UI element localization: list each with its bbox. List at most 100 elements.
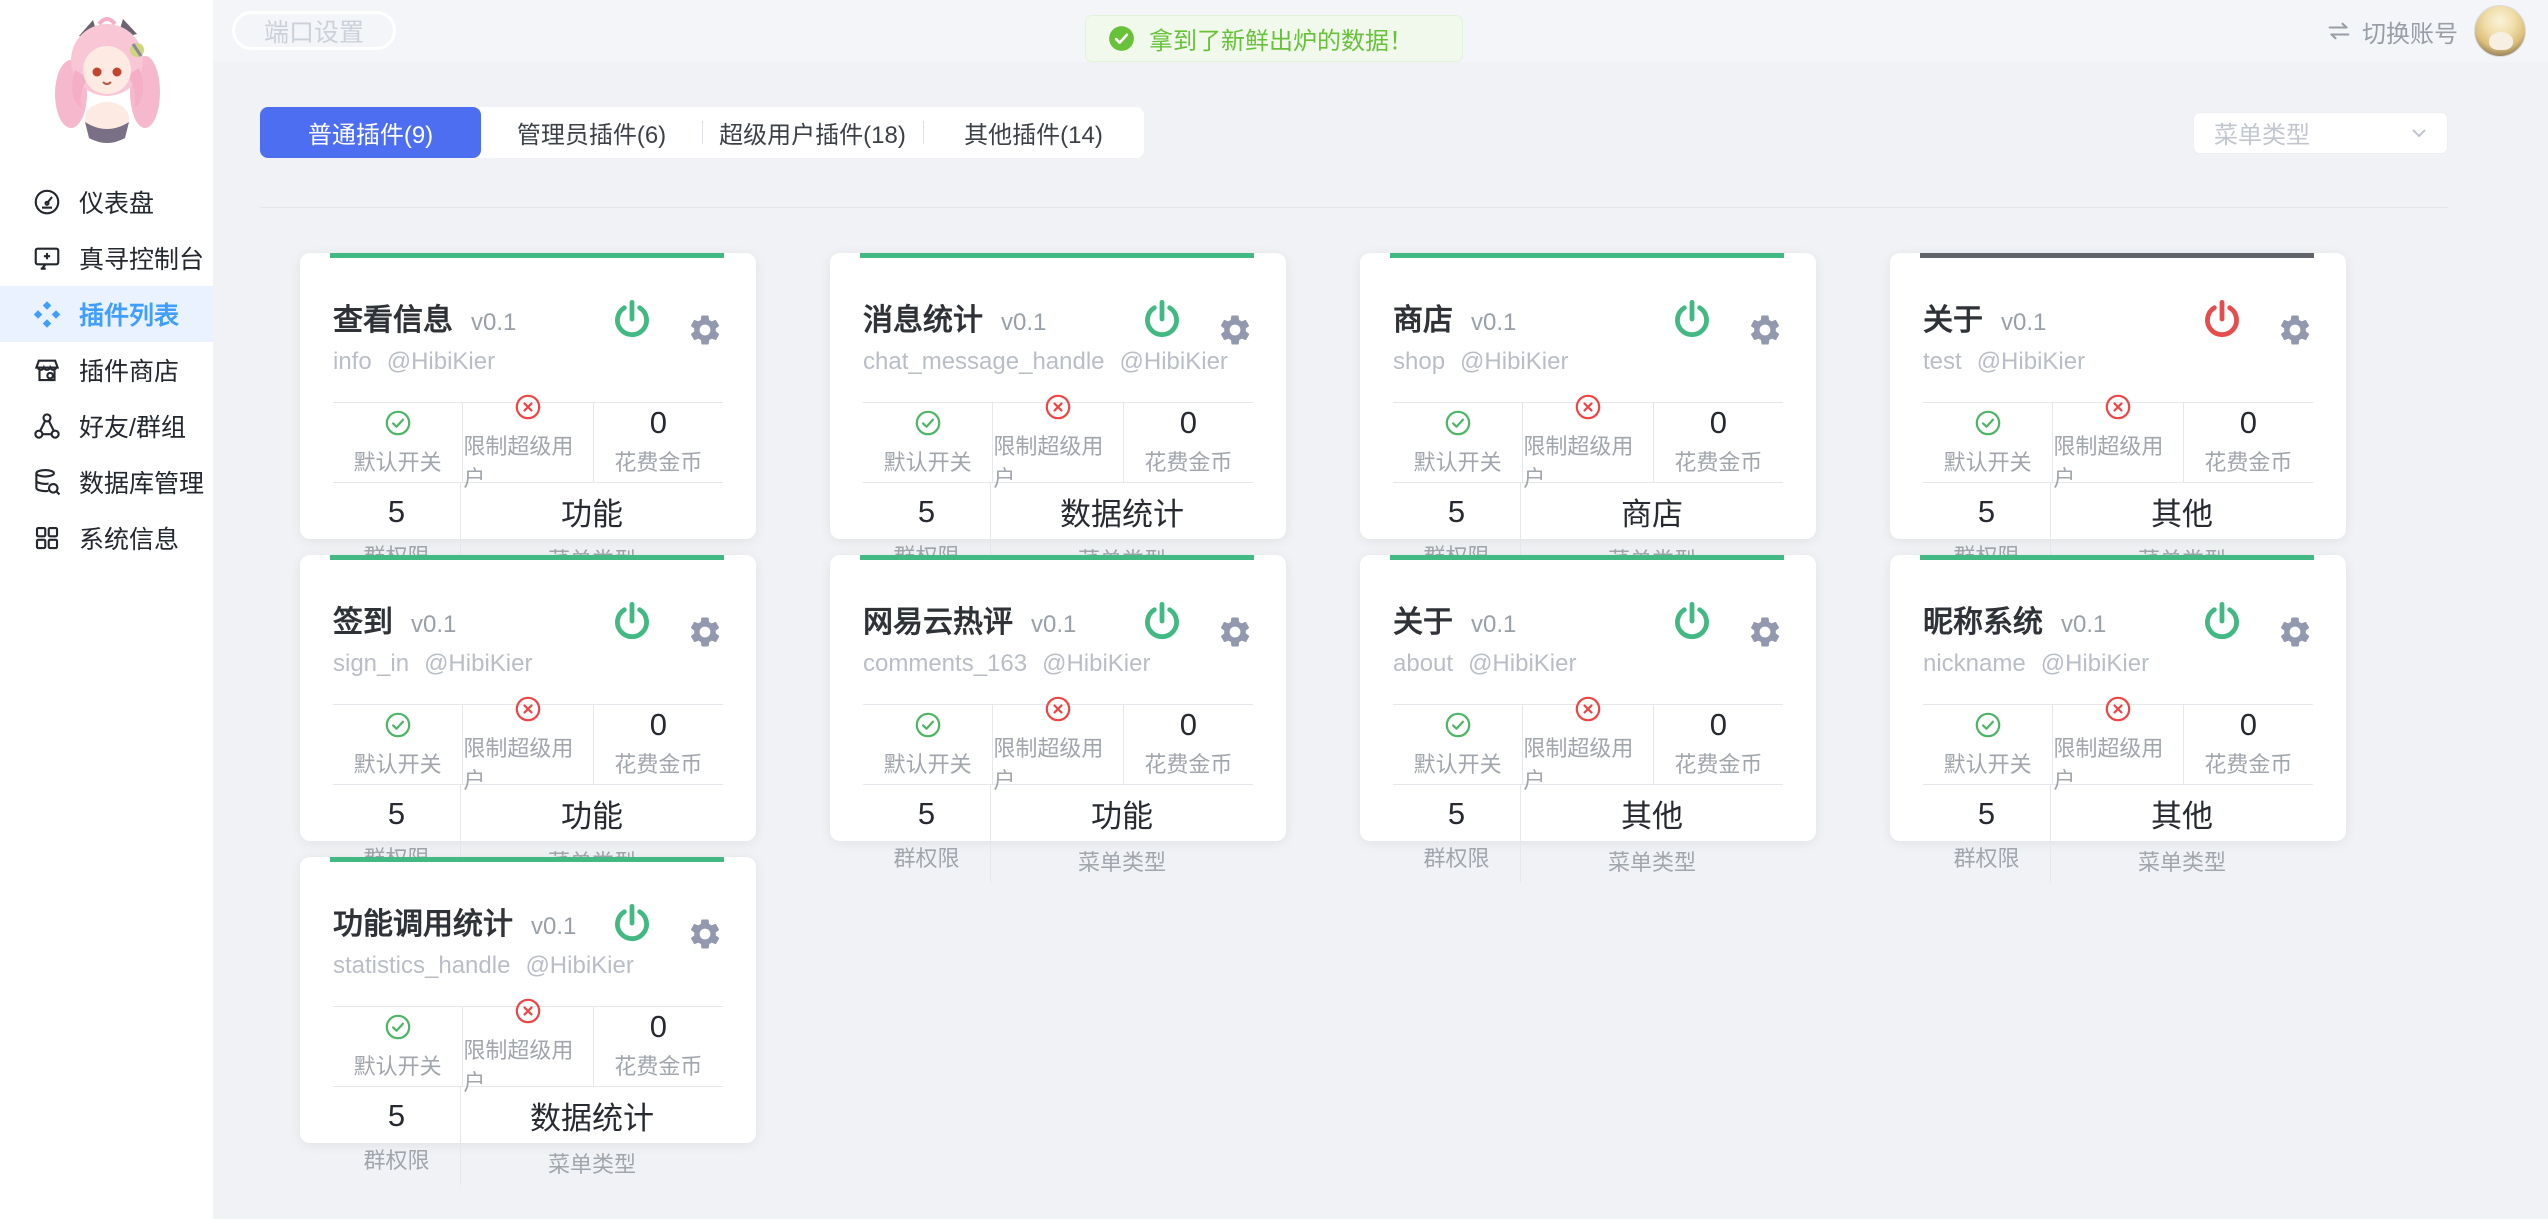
gear-icon — [1747, 614, 1783, 650]
tab[interactable]: 超级用户插件(18) — [702, 107, 923, 158]
check-circle-icon — [914, 711, 942, 739]
stat-value: 商店 — [1621, 489, 1683, 534]
stat-value: 0 — [1180, 409, 1197, 437]
tab[interactable]: 其他插件(14) — [923, 107, 1144, 158]
stat-label: 花费金币 — [1144, 445, 1232, 477]
power-toggle-button[interactable] — [1139, 297, 1185, 343]
sidebar-item[interactable]: 插件商店 — [0, 342, 213, 398]
topbar: 端口设置 拿到了新鲜出炉的数据！ 切换账号 — [213, 0, 2548, 62]
plugin-version: v0.1 — [411, 611, 456, 639]
stat-group-level: 5 群权限 — [1923, 785, 2050, 883]
stat-label: 菜单类型 — [1078, 845, 1166, 877]
toast-check-icon — [1108, 25, 1135, 52]
check-circle-icon — [914, 409, 942, 437]
sidebar-item-label: 插件列表 — [79, 296, 179, 332]
stat-value: 5 — [1448, 494, 1465, 530]
plugin-module: nickname — [1923, 650, 2026, 678]
switch-account-button[interactable]: 切换账号 — [2325, 14, 2458, 49]
stat-default-switch: 默认开关 — [333, 705, 462, 784]
settings-button[interactable] — [1747, 614, 1783, 650]
tab[interactable]: 管理员插件(6) — [481, 107, 702, 158]
stat-limit-superuser: 限制超级用户 — [2052, 403, 2182, 482]
tab-label: 普通插件(9) — [308, 115, 433, 150]
stat-label: 花费金币 — [1144, 747, 1232, 779]
sidebar-item[interactable]: 插件列表 — [0, 286, 213, 342]
power-toggle-button[interactable] — [1669, 599, 1715, 645]
settings-button[interactable] — [1747, 312, 1783, 348]
chevron-down-icon — [2407, 121, 2431, 145]
sidebar-item[interactable]: 仪表盘 — [0, 174, 213, 230]
power-toggle-button[interactable] — [609, 901, 655, 947]
stat-label: 群权限 — [893, 841, 959, 873]
plugin-card: 网易云热评 v0.1 comments_163 @HibiKier — [830, 555, 1286, 841]
card-accent-bar — [1390, 253, 1784, 258]
port-settings-button[interactable]: 端口设置 — [232, 11, 396, 50]
x-circle-icon — [514, 695, 542, 723]
power-icon — [1669, 599, 1715, 645]
stat-value: 5 — [388, 796, 405, 832]
plugins-icon — [32, 299, 62, 329]
plugin-version: v0.1 — [1031, 611, 1076, 639]
plugin-author: @HibiKier — [525, 952, 633, 980]
settings-button[interactable] — [687, 312, 723, 348]
menu-type-select[interactable]: 菜单类型 — [2193, 112, 2448, 154]
power-toggle-button[interactable] — [609, 599, 655, 645]
stat-value: 其他 — [2151, 489, 2213, 534]
stat-cost-gold: 0 花费金币 — [1123, 705, 1253, 784]
plugin-author: @HibiKier — [2041, 650, 2149, 678]
stat-menu-type: 其他 菜单类型 — [1520, 785, 1783, 883]
stat-value: 其他 — [1621, 791, 1683, 836]
stat-value: 5 — [388, 1098, 405, 1134]
sidebar-menu: 仪表盘 真寻控制台 — [0, 174, 213, 566]
plugin-module: sign_in — [333, 650, 409, 678]
settings-button[interactable] — [2277, 614, 2313, 650]
stat-limit-superuser: 限制超级用户 — [1522, 705, 1652, 784]
settings-button[interactable] — [1217, 312, 1253, 348]
stat-value: 5 — [918, 796, 935, 832]
logo-image — [41, 14, 173, 156]
stat-cost-gold: 0 花费金币 — [2183, 403, 2313, 482]
check-circle-icon — [1444, 409, 1472, 437]
stat-value: 5 — [918, 494, 935, 530]
sidebar-item[interactable]: 数据库管理 — [0, 454, 213, 510]
power-toggle-button[interactable] — [1669, 297, 1715, 343]
stat-cost-gold: 0 花费金币 — [1653, 403, 1783, 482]
plugin-author: @HibiKier — [1468, 650, 1576, 678]
sidebar-item[interactable]: 真寻控制台 — [0, 230, 213, 286]
stat-label: 花费金币 — [1674, 747, 1762, 779]
plugin-author: @HibiKier — [387, 348, 495, 376]
plugin-title: 签到 — [333, 597, 393, 641]
stat-label: 默认开关 — [1414, 747, 1502, 779]
stat-label: 花费金币 — [614, 445, 702, 477]
gear-icon — [687, 614, 723, 650]
check-circle-icon — [384, 409, 412, 437]
plugin-card: 关于 v0.1 test @HibiKier — [1890, 253, 2346, 539]
sidebar: 仪表盘 真寻控制台 — [0, 0, 213, 1219]
success-toast: 拿到了新鲜出炉的数据！ — [1085, 15, 1463, 62]
check-circle-icon — [384, 711, 412, 739]
power-toggle-button[interactable] — [1139, 599, 1185, 645]
power-icon — [1139, 599, 1185, 645]
settings-button[interactable] — [2277, 312, 2313, 348]
sidebar-item-label: 好友/群组 — [79, 408, 186, 444]
power-toggle-button[interactable] — [609, 297, 655, 343]
avatar[interactable] — [2474, 5, 2526, 57]
card-accent-bar — [1920, 253, 2314, 258]
settings-button[interactable] — [1217, 614, 1253, 650]
plugin-card: 功能调用统计 v0.1 statistics_handle @HibiKier — [300, 857, 756, 1143]
power-toggle-button[interactable] — [2199, 599, 2245, 645]
card-accent-bar — [860, 555, 1254, 560]
stat-value: 功能 — [561, 489, 623, 534]
plugin-card-grid: 查看信息 v0.1 info @HibiKier — [300, 253, 2548, 1143]
settings-button[interactable] — [687, 614, 723, 650]
sidebar-item[interactable]: 系统信息 — [0, 510, 213, 566]
x-circle-icon — [1574, 695, 1602, 723]
sidebar-item[interactable]: 好友/群组 — [0, 398, 213, 454]
settings-button[interactable] — [687, 916, 723, 952]
tab[interactable]: 普通插件(9) — [260, 107, 481, 158]
stat-label: 菜单类型 — [1608, 845, 1696, 877]
card-header: 关于 v0.1 about @HibiKier — [1393, 555, 1783, 678]
stat-label: 默认开关 — [354, 445, 442, 477]
power-toggle-button[interactable] — [2199, 297, 2245, 343]
x-circle-icon — [514, 997, 542, 1025]
